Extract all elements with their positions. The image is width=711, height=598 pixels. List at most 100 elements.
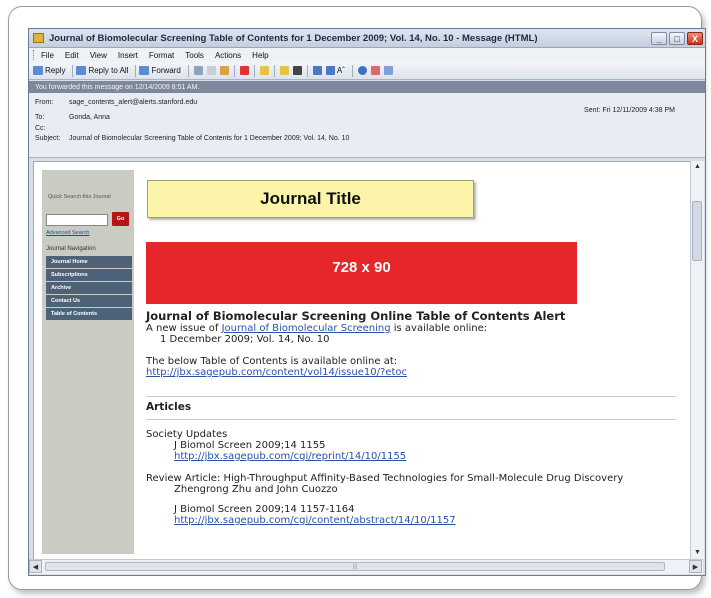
- vertical-scroll-thumb[interactable]: [692, 201, 702, 261]
- menu-view[interactable]: View: [90, 51, 107, 60]
- from-row: From: sage_contents_alert@alerts.stanfor…: [35, 99, 197, 106]
- menu-insert[interactable]: Insert: [118, 51, 138, 60]
- alert-content: Journal of Biomolecular Screening Online…: [146, 304, 676, 526]
- article-citation: J Biomol Screen 2009;14 1155: [174, 440, 326, 451]
- help-icon[interactable]: [357, 66, 367, 75]
- toolbar-separator: [351, 64, 353, 77]
- nav-subscriptions[interactable]: Subscriptions: [46, 269, 132, 281]
- flag-icon[interactable]: [239, 66, 249, 75]
- to-value[interactable]: Gonda, Anna: [69, 114, 110, 121]
- nav-table-of-contents[interactable]: Table of Contents: [46, 308, 132, 320]
- subject-value: Journal of Biomolecular Screening Table …: [69, 135, 350, 142]
- nav-contact-us[interactable]: Contact Us: [46, 295, 132, 307]
- toolbar-separator: [253, 64, 255, 77]
- article-link[interactable]: http://jbx.sagepub.com/cgi/reprint/14/10…: [146, 451, 676, 462]
- alert-title: Journal of Biomolecular Screening Online…: [146, 309, 566, 323]
- scroll-up-icon[interactable]: ▲: [691, 161, 704, 173]
- save-icon[interactable]: [206, 66, 216, 75]
- forward-label: Forward: [151, 66, 181, 75]
- delete-icon[interactable]: [292, 66, 302, 75]
- message-window: Journal of Biomolecular Screening Table …: [28, 28, 706, 576]
- articles-heading: Articles: [146, 396, 676, 420]
- categorize-icon[interactable]: [219, 66, 229, 75]
- article-item: Society Updates J Biomol Screen 2009;14 …: [146, 429, 676, 462]
- maximize-button[interactable]: □: [669, 31, 685, 45]
- font-size-button[interactable]: Aˆ: [337, 66, 345, 75]
- menu-grip: [33, 50, 37, 60]
- article-citation: J Biomol Screen 2009;14 1157-1164: [174, 504, 355, 515]
- quick-search-label: Quick Search this Journal: [48, 194, 111, 200]
- toolbar-separator: [273, 64, 275, 77]
- toc-link[interactable]: http://jbx.sagepub.com/content/vol14/iss…: [146, 367, 676, 378]
- scroll-left-icon[interactable]: ◀: [29, 560, 42, 573]
- reply-all-icon: [76, 66, 87, 75]
- journal-sidebar: Quick Search this Journal Go Advanced Se…: [42, 170, 134, 554]
- article-item: Review Article: High-Throughput Affinity…: [146, 473, 676, 526]
- forward-info-bar: You forwarded this message on 12/14/2009…: [29, 81, 705, 93]
- options-icon[interactable]: [370, 66, 380, 75]
- horizontal-scrollbar[interactable]: ◀ ||| ▶: [29, 559, 703, 574]
- mark-icon[interactable]: [383, 66, 393, 75]
- address-book-icon[interactable]: [259, 66, 269, 75]
- menu-edit[interactable]: Edit: [65, 51, 79, 60]
- title-bar: Journal of Biomolecular Screening Table …: [29, 29, 705, 48]
- sent-value: Fri 12/11/2009 4:38 PM: [602, 107, 675, 114]
- go-button[interactable]: Go: [112, 212, 129, 226]
- reply-button[interactable]: Reply: [33, 66, 65, 75]
- move-to-folder-icon[interactable]: [279, 66, 289, 75]
- intro-prefix: A new issue of: [146, 323, 222, 334]
- article-title: Review Article: High-Throughput Affinity…: [146, 473, 624, 484]
- issue-text: 1 December 2009; Vol. 14, No. 10: [160, 334, 330, 345]
- forward-icon: [139, 66, 150, 75]
- sent-label: Sent:: [584, 107, 601, 114]
- reply-all-button[interactable]: Reply to All: [76, 66, 128, 75]
- toolbar-separator: [72, 64, 74, 77]
- window-title: Journal of Biomolecular Screening Table …: [49, 32, 538, 44]
- intro-suffix: is available online:: [390, 323, 488, 334]
- scroll-right-icon[interactable]: ▶: [689, 560, 702, 573]
- from-label: From:: [35, 99, 54, 106]
- quick-search-input[interactable]: [46, 214, 108, 226]
- message-body: Quick Search this Journal Go Advanced Se…: [33, 161, 691, 561]
- previous-item-icon[interactable]: [312, 66, 322, 75]
- cc-row: Cc:: [35, 125, 69, 132]
- menu-tools[interactable]: Tools: [185, 51, 204, 60]
- menu-file[interactable]: File: [41, 51, 54, 60]
- toolbar-separator: [233, 64, 235, 77]
- menu-format[interactable]: Format: [149, 51, 174, 60]
- journal-title-callout: Journal Title: [147, 180, 474, 218]
- minimize-button[interactable]: _: [651, 31, 667, 45]
- next-item-icon[interactable]: [325, 66, 335, 75]
- print-icon[interactable]: [193, 66, 203, 75]
- horizontal-scroll-thumb[interactable]: |||: [45, 562, 665, 571]
- reply-icon: [33, 66, 43, 75]
- menu-help[interactable]: Help: [252, 51, 268, 60]
- reply-label: Reply: [45, 66, 66, 75]
- toolbar: Reply Reply to All Forward Aˆ: [29, 62, 705, 80]
- vertical-scrollbar[interactable]: ▲ ▼: [690, 161, 704, 559]
- cc-label: Cc:: [35, 125, 46, 132]
- subject-row: Subject: Journal of Biomolecular Screeni…: [35, 135, 349, 142]
- journal-link[interactable]: Journal of Biomolecular Screening: [222, 323, 391, 334]
- forward-button[interactable]: Forward: [139, 66, 181, 75]
- journal-navigation-title: Journal Navigation: [46, 246, 96, 252]
- menu-actions[interactable]: Actions: [215, 51, 241, 60]
- toolbar-separator: [306, 64, 308, 77]
- sent-row: Sent: Fri 12/11/2009 4:38 PM: [584, 107, 675, 114]
- close-button[interactable]: X: [687, 31, 703, 45]
- article-title: Society Updates: [146, 429, 228, 440]
- toc-text: The below Table of Contents is available…: [146, 356, 398, 367]
- nav-archive[interactable]: Archive: [46, 282, 132, 294]
- from-value[interactable]: sage_contents_alert@alerts.stanford.edu: [69, 99, 197, 106]
- nav-journal-home[interactable]: Journal Home: [46, 256, 132, 268]
- toolbar-separator: [187, 64, 189, 77]
- reply-all-label: Reply to All: [88, 66, 129, 75]
- to-label: To:: [35, 114, 45, 121]
- scroll-down-icon[interactable]: ▼: [691, 547, 704, 559]
- article-authors: Zhengrong Zhu and John Cuozzo: [174, 484, 338, 495]
- article-link[interactable]: http://jbx.sagepub.com/cgi/content/abstr…: [146, 515, 676, 526]
- menu-bar: File Edit View Insert Format Tools Actio…: [29, 48, 705, 62]
- advanced-search-link[interactable]: Advanced Search: [46, 230, 89, 236]
- toolbar-separator: [135, 64, 137, 77]
- message-headers: From: sage_contents_alert@alerts.stanfor…: [29, 93, 705, 158]
